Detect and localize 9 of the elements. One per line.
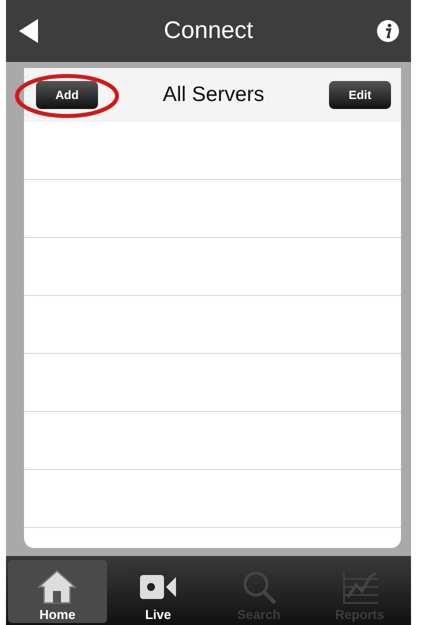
back-arrow-icon[interactable] <box>18 19 40 43</box>
edit-button[interactable]: Edit <box>329 81 391 109</box>
info-icon[interactable] <box>376 20 399 42</box>
list-title: All Servers <box>162 83 264 107</box>
tab-bar-item[interactable]: Home <box>8 560 107 623</box>
house-icon <box>37 569 78 605</box>
tab-bar-item[interactable]: Live <box>108 560 208 623</box>
add-button[interactable]: Add <box>36 81 98 109</box>
screen-title: Connect <box>164 17 254 45</box>
